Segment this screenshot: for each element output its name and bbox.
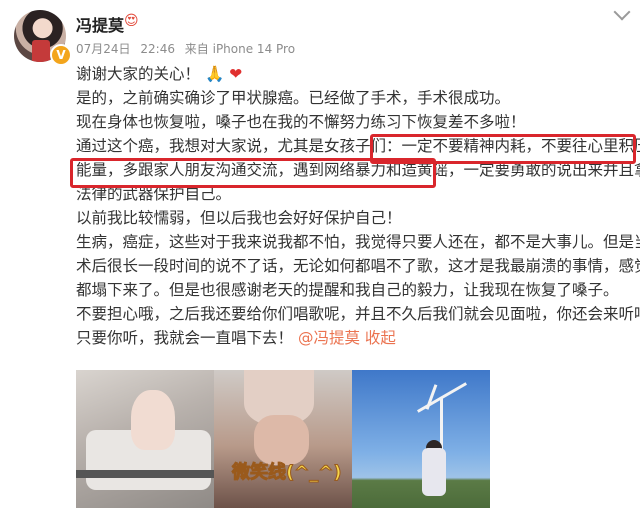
location-pin-icon: @: [297, 329, 314, 347]
post-meta: 07月24日 22:46 来自 iPhone 14 Pro: [76, 40, 301, 57]
heart-emoji-icon: ❤: [229, 65, 243, 83]
photo-windmill[interactable]: [352, 370, 490, 508]
post-paragraph-7: 不要担心哦，之后我还要给你们唱歌呢，并且不久后我们就会见面啦，你还会来听吗？ 只…: [76, 305, 640, 347]
verified-badge-icon: V: [50, 44, 72, 66]
chevron-down-icon[interactable]: [613, 3, 631, 21]
post-line-1: 谢谢大家的关心！ 🙏 ❤: [76, 65, 243, 83]
post-time: 22:46: [140, 42, 175, 56]
photo-neck-scar[interactable]: 微笑线(^_^): [214, 370, 352, 508]
prayer-emoji-icon: 🙏: [204, 65, 225, 83]
post-date[interactable]: 07月24日: [76, 42, 131, 56]
post-body: 谢谢大家的关心！ 🙏 ❤ 是的，之前确实确诊了甲状腺癌。已经做了手术，手术很成功…: [76, 62, 640, 350]
photo-caption: 微笑线(^_^): [232, 462, 343, 484]
location-tag[interactable]: @冯提莫 收起: [298, 329, 396, 347]
author-emoji: 😍: [124, 13, 139, 29]
post-paragraph-3: 现在身体也恢复啦，嗓子也在我的不懈努力练习下恢复差不多啦！: [76, 113, 526, 131]
author-name[interactable]: 冯提莫: [76, 12, 124, 36]
post-paragraph-5: 以前我比较懦弱，但以后我也会好好保护自己！: [76, 209, 402, 227]
photo-hospital[interactable]: [76, 370, 214, 508]
post-paragraph-6: 生病，癌症，这些对于我来说我都不怕，我觉得只要人还在，都不是大事儿。但是当我 术…: [76, 233, 640, 299]
highlight-box-2: [70, 158, 436, 188]
post-paragraph-2: 是的，之前确实确诊了甲状腺癌。已经做了手术，手术很成功。: [76, 89, 511, 107]
post-source: 来自 iPhone 14 Pro: [184, 42, 296, 56]
